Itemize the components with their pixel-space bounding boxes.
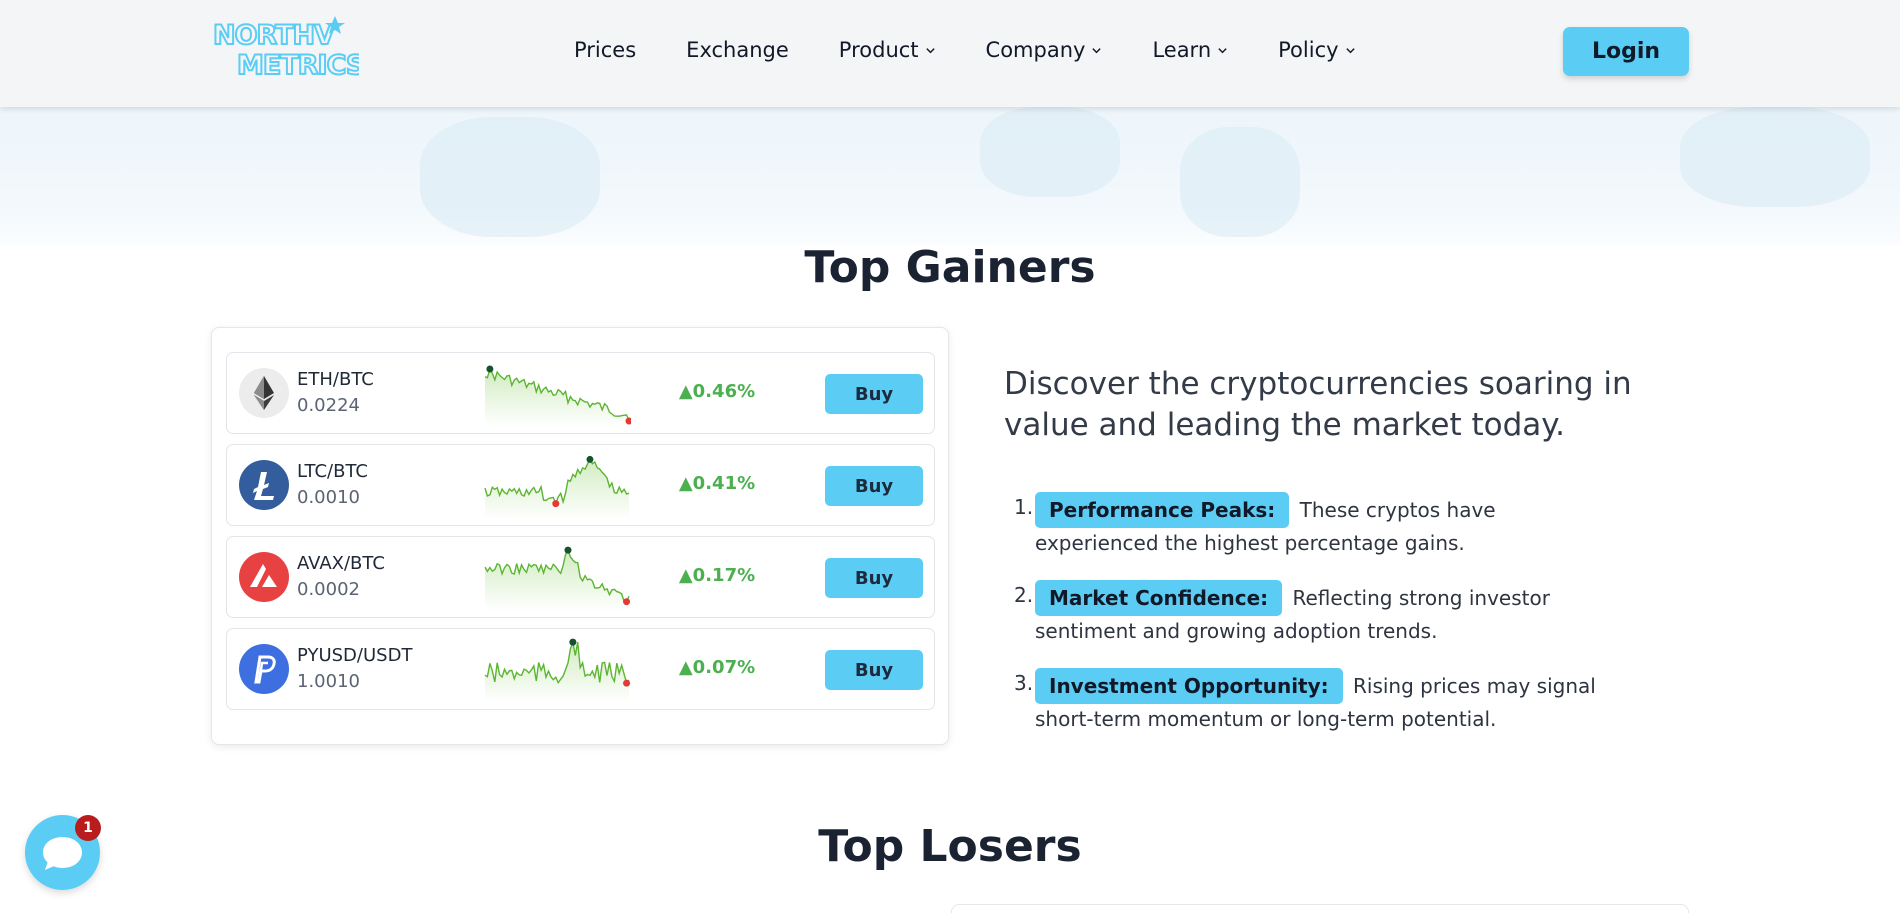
nav-label: Company [985,38,1086,62]
northv-metrics-logo[interactable]: NORTHV METRICS [211,14,359,78]
buy-button[interactable]: Buy [825,466,923,506]
feature-item: 3. Investment Opportunity: Rising prices … [1014,668,1614,734]
sparkline-container [483,637,631,703]
feature-item: 1. Performance Peaks: These cryptos have … [1014,492,1614,558]
hero-background [0,107,1900,245]
svg-text:METRICS: METRICS [237,50,359,78]
main-nav: Prices Exchange Product Company Learn Policy [574,38,1406,62]
site-header: NORTHV METRICS Prices Exchange Product Comp… [0,0,1900,107]
chat-notification-badge: 1 [75,815,101,841]
nav-label: Learn [1152,38,1212,62]
feature-number: 3. [1014,671,1034,695]
feature-number: 2. [1014,583,1034,607]
price-change: ▲0.17% [678,565,756,586]
nav-label: Product [838,38,919,62]
top-gainers-card: ETH/BTC 0.0224 ▲0.46% Buy LTC/BTC 0.0010 ▲0.41… [211,327,949,745]
litecoin-icon [239,460,289,510]
pair-name: LTC/BTC [297,461,368,482]
svg-text:NORTHV: NORTHV [213,20,335,51]
pair-price: 0.0010 [297,487,360,508]
price-sparkline [484,546,631,611]
price-change: ▲0.46% [678,381,756,402]
pair-name: PYUSD/USDT [297,645,413,666]
gainer-row-eth-btc[interactable]: ETH/BTC 0.0224 ▲0.46% Buy [226,352,935,434]
nav-label: Policy [1278,38,1339,62]
price-sparkline [484,455,630,519]
nav-label: Prices [574,38,637,62]
paypal-usd-icon [239,644,289,694]
price-sparkline [484,365,633,427]
nav-product[interactable]: Product [839,38,936,62]
pair-name: AVAX/BTC [297,553,385,574]
nav-exchange[interactable]: Exchange [686,38,789,62]
pair-price: 1.0010 [297,671,360,692]
price-change: ▲0.41% [678,473,756,494]
price-change: ▲0.07% [678,657,756,678]
avalanche-icon [239,552,289,602]
chevron-down-icon [1092,47,1102,53]
chevron-down-icon [925,47,935,53]
nav-label: Exchange [686,38,789,62]
gainer-row-ltc-btc[interactable]: LTC/BTC 0.0010 ▲0.41% Buy [226,444,935,526]
ethereum-icon [239,368,289,418]
pair-name: ETH/BTC [297,369,374,390]
gainer-row-avax-btc[interactable]: AVAX/BTC 0.0002 ▲0.17% Buy [226,536,935,618]
feature-tag: Market Confidence: [1035,580,1283,616]
nav-learn[interactable]: Learn [1152,38,1228,62]
buy-button[interactable]: Buy [825,650,923,690]
pair-price: 0.0002 [297,579,360,600]
feature-number: 1. [1014,495,1034,519]
login-button[interactable]: Login [1563,27,1689,76]
gainers-intro-text: Discover the cryptocurrencies soaring in… [1004,366,1632,443]
gainer-row-pyusd-usdt[interactable]: PYUSD/USDT 1.0010 ▲0.07% Buy [226,628,935,710]
top-losers-card [951,904,1689,913]
sparkline-container [483,361,633,427]
sparkline-container [483,545,631,611]
price-sparkline [484,638,631,703]
top-gainers-title: Top Gainers [804,242,1096,293]
nav-prices[interactable]: Prices [574,38,636,62]
nav-company[interactable]: Company [986,38,1103,62]
feature-tag: Investment Opportunity: [1035,668,1343,704]
feature-item: 2. Market Confidence: Reflecting strong i… [1014,580,1614,646]
pair-price: 0.0224 [297,395,360,416]
top-losers-title: Top Losers [818,821,1082,872]
buy-button[interactable]: Buy [825,558,923,598]
chevron-down-icon [1345,47,1355,53]
chevron-down-icon [1218,47,1227,53]
gainers-feature-list: 1. Performance Peaks: These cryptos have … [1014,492,1614,756]
feature-tag: Performance Peaks: [1035,492,1290,528]
sparkline-container [483,453,631,519]
nav-policy[interactable]: Policy [1278,38,1355,62]
buy-button[interactable]: Buy [825,374,923,414]
